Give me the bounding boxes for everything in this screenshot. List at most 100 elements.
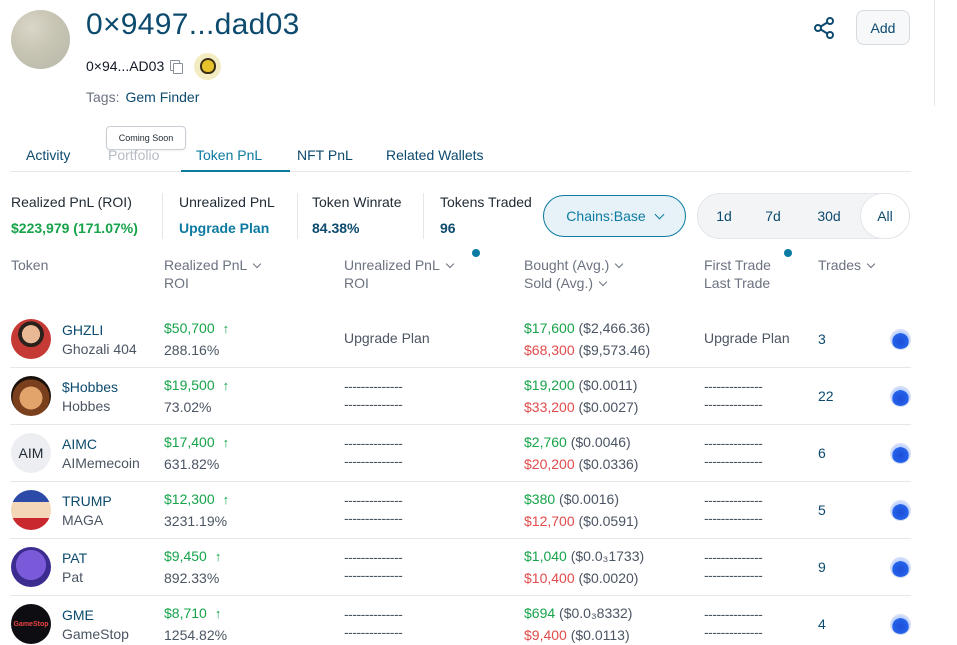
col-bought-sold[interactable]: Bought (Avg.) Sold (Avg.)	[524, 256, 624, 292]
chains-dropdown[interactable]: Chains: Base	[543, 195, 686, 237]
range-1d[interactable]: 1d	[704, 194, 744, 238]
copy-icon[interactable]	[169, 59, 184, 74]
tab-activity[interactable]: Activity	[26, 147, 70, 163]
bought-cell: $1,040 ($0.0₃1733)	[524, 548, 644, 564]
first-trade-empty: --------------	[704, 435, 763, 451]
divider	[297, 193, 298, 239]
bought-avg: ($0.0046)	[570, 434, 631, 450]
upgrade-plan-link[interactable]: Upgrade Plan	[179, 220, 275, 236]
base-chain-icon	[891, 501, 910, 520]
unrealized-roi-empty: --------------	[344, 510, 403, 526]
premium-dot-icon	[784, 249, 792, 257]
sold-avg: ($0.0113)	[570, 627, 630, 643]
bought-cell: $19,200 ($0.0011)	[524, 377, 637, 393]
unrealized-roi-empty: --------------	[344, 453, 403, 469]
last-trade-empty: --------------	[704, 510, 763, 526]
range-30d[interactable]: 30d	[806, 194, 852, 238]
roi-value: 1254.82%	[164, 627, 228, 643]
token-symbol[interactable]: PAT	[62, 550, 87, 566]
stat-label: Token Winrate	[312, 194, 402, 210]
arrow-up-icon: ↑	[222, 435, 230, 450]
tab-token-pnl[interactable]: Token PnL	[196, 147, 262, 163]
coming-soon-tooltip: Coming Soon	[106, 126, 186, 150]
chevron-down-icon	[866, 259, 876, 269]
upgrade-plan-link[interactable]: Upgrade Plan	[344, 330, 430, 346]
realized-pnl: $9,450 ↑	[164, 548, 221, 564]
table-row[interactable]: GameStop GME GameStop $8,710 ↑ 1254.82% -…	[10, 596, 911, 645]
token-symbol[interactable]: $Hobbes	[62, 379, 118, 395]
token-avatar	[11, 490, 51, 530]
bought-avg: ($0.0016)	[559, 491, 619, 507]
unrealized-roi-empty: --------------	[344, 396, 403, 412]
range-all[interactable]: All	[861, 194, 909, 238]
token-name: MAGA	[62, 512, 104, 528]
stat-winrate: Token Winrate 84.38%	[312, 194, 401, 240]
pepe-badge-icon	[194, 52, 222, 80]
stat-value: 96	[440, 220, 456, 236]
col-trades[interactable]: Trades	[818, 256, 876, 274]
pnl-value: $8,710	[164, 605, 207, 621]
realized-pnl: $50,700 ↑	[164, 320, 229, 336]
pnl-value: $50,700	[164, 320, 215, 336]
col-label: ROI	[164, 275, 189, 291]
share-icon[interactable]	[811, 15, 837, 41]
table-row[interactable]: PAT Pat $9,450 ↑ 892.33% -------------- -…	[10, 539, 911, 596]
address-short: 0×94...AD03	[86, 58, 165, 74]
arrow-up-icon: ↑	[214, 606, 222, 621]
trades-count: 4	[818, 616, 826, 632]
sold-value: $10,400	[524, 570, 575, 586]
tab-nft-pnl[interactable]: NFT PnL	[297, 147, 353, 163]
unrealized-pnl-empty: --------------	[344, 606, 403, 622]
sold-avg: ($9,573.46)	[578, 342, 651, 358]
wallet-avatar	[11, 10, 70, 69]
range-7d[interactable]: 7d	[753, 194, 793, 238]
base-chain-icon	[891, 615, 910, 634]
arrow-up-icon: ↑	[214, 549, 222, 564]
col-label: Last Trade	[704, 275, 771, 291]
token-avatar	[11, 376, 51, 416]
sold-value: $33,200	[524, 399, 575, 415]
table-row[interactable]: AIM AIMC AIMemecoin $17,400 ↑ 631.82% ---…	[10, 425, 911, 482]
stat-realized: Realized PnL (ROI) $223,979 (171.07%)	[11, 194, 138, 240]
chains-value: Base	[613, 208, 646, 224]
sold-cell: $9,400 ($0.0113)	[524, 627, 630, 643]
col-realized-pnl[interactable]: Realized PnL ROI	[164, 256, 262, 292]
unrealized-pnl-empty: --------------	[344, 378, 403, 394]
sold-value: $20,200	[524, 456, 575, 472]
first-trade-empty: --------------	[704, 492, 763, 508]
upgrade-plan-link[interactable]: Upgrade Plan	[704, 330, 790, 346]
table-row[interactable]: $Hobbes Hobbes $19,500 ↑ 73.02% ---------…	[10, 368, 911, 425]
chevron-down-icon	[253, 259, 262, 269]
sold-avg: ($0.0591)	[578, 513, 639, 529]
col-unrealized-pnl[interactable]: Unrealized PnL ROI	[344, 256, 454, 292]
stat-unrealized: Unrealized PnL Upgrade Plan	[179, 194, 275, 240]
token-symbol[interactable]: AIMC	[62, 436, 97, 452]
last-trade-empty: --------------	[704, 396, 763, 412]
address-row: 0×94...AD03	[86, 52, 222, 80]
base-chain-icon	[891, 330, 910, 349]
table-row[interactable]: TRUMP MAGA $12,300 ↑ 3231.19% -----------…	[10, 482, 911, 539]
last-trade-empty: --------------	[704, 624, 763, 640]
tag-gem-finder[interactable]: Gem Finder	[125, 89, 199, 105]
last-trade-empty: --------------	[704, 453, 763, 469]
trades-count: 3	[818, 331, 826, 347]
stat-label: Tokens Traded	[440, 194, 532, 210]
sold-avg: ($0.0027)	[578, 399, 639, 415]
token-symbol[interactable]: GME	[62, 607, 94, 623]
token-symbol[interactable]: GHZLI	[62, 322, 103, 338]
token-avatar	[11, 319, 51, 359]
table-row[interactable]: GHZLI Ghozali 404 $50,700 ↑ 288.16% Upgra…	[10, 311, 911, 368]
tags-row: Tags: Gem Finder	[86, 89, 199, 105]
realized-pnl: $8,710 ↑	[164, 605, 221, 621]
tab-related-wallets[interactable]: Related Wallets	[386, 147, 484, 163]
bought-value: $19,200	[524, 377, 575, 393]
trades-count: 22	[818, 388, 834, 404]
roi-value: 73.02%	[164, 399, 212, 415]
add-button[interactable]: Add	[856, 10, 910, 45]
token-symbol[interactable]: TRUMP	[62, 493, 112, 509]
bought-cell: $694 ($0.0₃8332)	[524, 605, 632, 621]
token-avatar: AIM	[11, 433, 51, 473]
sold-cell: $20,200 ($0.0336)	[524, 456, 638, 472]
chevron-down-icon	[615, 259, 624, 269]
active-tab-indicator	[181, 170, 290, 172]
